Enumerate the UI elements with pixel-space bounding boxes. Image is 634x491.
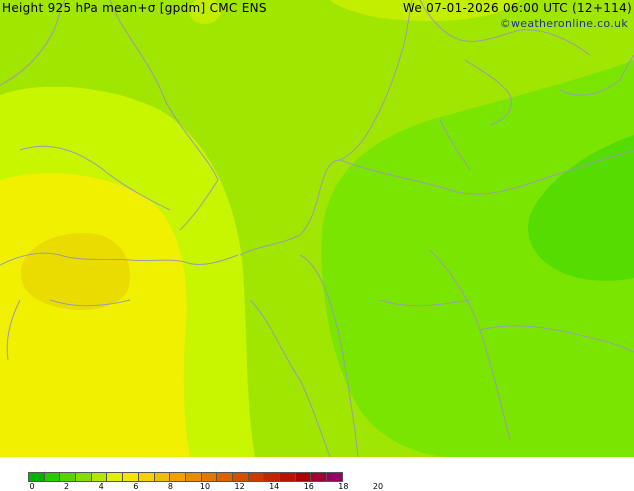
contour-map	[0, 0, 634, 457]
credit-link[interactable]: ©weatheronline.co.uk	[500, 17, 628, 30]
colorbar-swatch	[231, 472, 249, 482]
colorbar-swatch	[75, 472, 92, 482]
colorbar-swatch	[59, 472, 77, 482]
colorbar-swatch	[263, 472, 280, 482]
colorbar-swatch	[310, 472, 328, 482]
colorbar	[28, 472, 343, 482]
colorbar-swatch	[294, 472, 312, 482]
field-west-yellow	[0, 173, 190, 457]
colorbar-swatch	[28, 472, 45, 482]
colorbar-swatch	[43, 472, 61, 482]
colorbar-swatch	[247, 472, 265, 482]
colorbar-swatch	[200, 472, 218, 482]
map-title: Height 925 hPa mean+σ [gpdm] CMC ENS	[2, 1, 267, 15]
colorbar-swatch	[137, 472, 155, 482]
colorbar-swatch	[279, 472, 296, 482]
map-datetime: We 07-01-2026 06:00 UTC (12+114)	[402, 1, 632, 15]
colorbar-swatch	[184, 472, 202, 482]
colorbar-swatch	[106, 472, 124, 482]
colorbar-swatch	[153, 472, 171, 482]
colorbar-swatch	[326, 472, 343, 482]
colorbar-swatch	[216, 472, 233, 482]
colorbar-swatch	[122, 472, 139, 482]
colorbar-swatch	[169, 472, 186, 482]
colorbar-swatch	[90, 472, 108, 482]
